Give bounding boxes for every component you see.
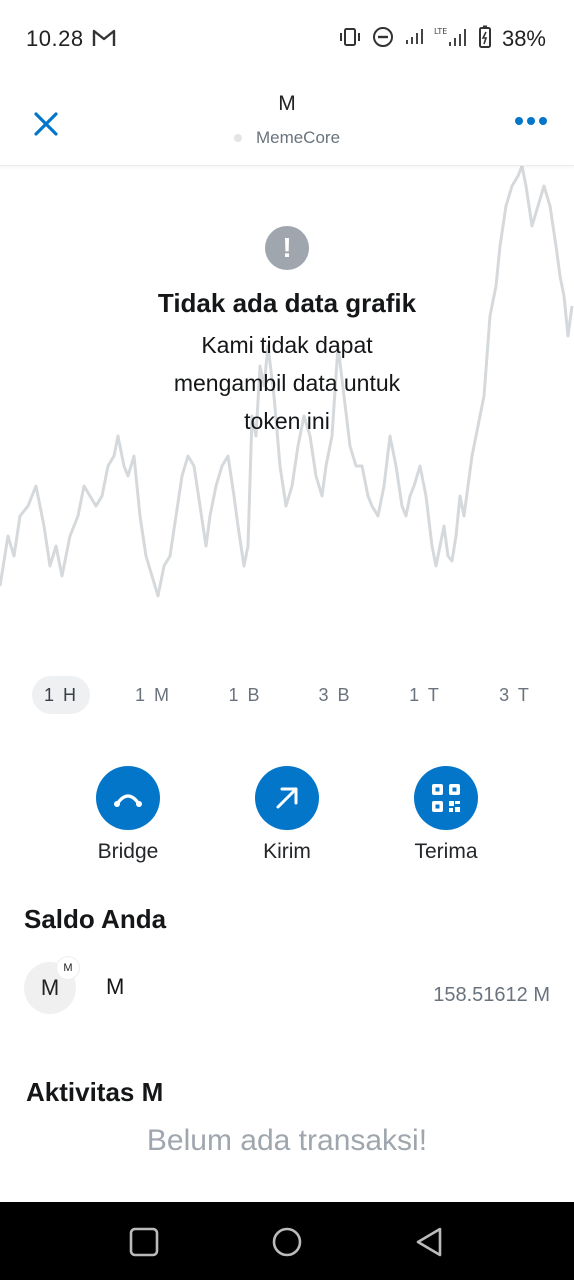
- period-1t[interactable]: 1 T: [396, 676, 454, 714]
- back-icon: [416, 1227, 442, 1257]
- system-nav-bar: [0, 1202, 574, 1280]
- header: M MemeCore: [0, 78, 574, 166]
- svg-text:LTE: LTE: [434, 27, 447, 36]
- home-button[interactable]: [269, 1224, 305, 1260]
- no-data-title: Tidak ada data grafik: [157, 288, 417, 318]
- token-balance-amount: 158.51612 M: [433, 984, 550, 1006]
- period-3b[interactable]: 3 B: [306, 676, 364, 714]
- period-3t[interactable]: 3 T: [486, 676, 544, 714]
- lte-signal-icon: LTE: [434, 26, 468, 53]
- token-name: M: [106, 974, 125, 999]
- token-balance-row[interactable]: M M M 158.51612 M: [24, 956, 550, 1014]
- network-name: MemeCore: [255, 128, 341, 147]
- back-button[interactable]: [412, 1224, 448, 1260]
- recents-icon: [129, 1227, 159, 1257]
- network-dot: [233, 134, 242, 142]
- qr-code-icon: [414, 766, 478, 830]
- warning-icon: !: [265, 226, 309, 270]
- status-time: 10.28: [26, 26, 84, 51]
- bridge-icon: [96, 766, 160, 830]
- receive-label: Terima: [414, 840, 478, 863]
- signal-icon: [404, 28, 424, 51]
- bridge-button[interactable]: Bridge: [58, 766, 198, 864]
- home-icon: [272, 1227, 302, 1257]
- network-badge: M: [56, 956, 80, 980]
- balance-title: Saldo Anda: [24, 904, 167, 934]
- header-token-symbol: M: [278, 92, 296, 115]
- status-bar: 10.28 LTE 38%: [0, 0, 574, 78]
- arrow-up-right-icon: [255, 766, 319, 830]
- gmail-icon: [92, 28, 116, 53]
- period-selector: 1 H 1 M 1 B 3 B 1 T 3 T: [0, 676, 574, 716]
- vibrate-icon: [338, 26, 362, 53]
- receive-button[interactable]: Terima: [376, 766, 516, 864]
- send-label: Kirim: [263, 840, 311, 863]
- period-1h[interactable]: 1 H: [32, 676, 90, 714]
- bridge-label: Bridge: [97, 840, 159, 863]
- period-1m[interactable]: 1 M: [124, 676, 182, 714]
- price-chart: ! Tidak ada data grafik Kami tidak dapat…: [0, 166, 574, 646]
- no-data-message: ! Tidak ada data grafik Kami tidak dapat…: [0, 226, 574, 440]
- status-icons: LTE 38%: [338, 24, 546, 54]
- more-button[interactable]: [514, 114, 548, 128]
- send-button[interactable]: Kirim: [217, 766, 357, 864]
- network-row: MemeCore: [0, 128, 574, 148]
- more-icon: [515, 117, 547, 125]
- empty-transactions-message: Belum ada transaksi!: [146, 1124, 428, 1157]
- battery-percentage: 38%: [501, 26, 546, 51]
- battery-charging-icon: [478, 25, 492, 54]
- do-not-disturb-icon: [372, 26, 394, 53]
- recents-button[interactable]: [126, 1224, 162, 1260]
- no-data-description: Kami tidak dapat mengambil data untuk to…: [173, 332, 401, 434]
- activity-title: Aktivitas M: [26, 1077, 164, 1107]
- period-1b[interactable]: 1 B: [216, 676, 274, 714]
